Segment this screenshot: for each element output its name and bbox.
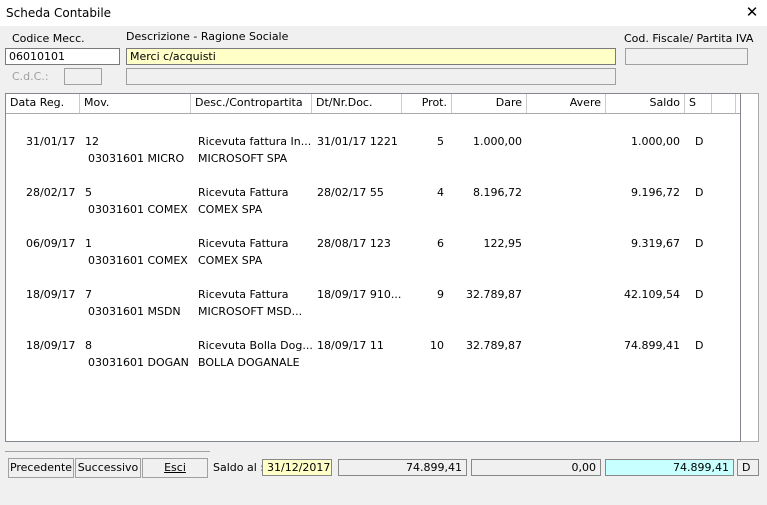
esci-button[interactable]: Esci xyxy=(142,458,208,478)
vertical-scrollbar[interactable] xyxy=(741,93,759,442)
cell-data-reg: 18/09/17 xyxy=(26,339,76,352)
cell-desc: Ricevuta Fattura xyxy=(198,186,289,199)
table-header: Data Reg. Mov. Desc./Contropartita Dt/Nr… xyxy=(6,94,740,114)
cell-dare: 8.196,72 xyxy=(473,186,522,199)
col-data-reg[interactable]: Data Reg. xyxy=(6,94,80,113)
close-icon[interactable]: ✕ xyxy=(743,3,761,21)
codice-mecc-field[interactable]: 06010101 xyxy=(5,48,120,65)
cell-data-reg: 28/02/17 xyxy=(26,186,76,199)
cell-contropartita: BOLLA DOGANALE xyxy=(198,356,300,369)
col-mov[interactable]: Mov. xyxy=(80,94,191,113)
cell-segno: D xyxy=(695,237,704,250)
cell-doc: 28/02/17 55 xyxy=(317,186,384,199)
cdc-code-field[interactable] xyxy=(64,68,102,85)
cell-doc: 18/09/17 11 xyxy=(317,339,384,352)
cell-data-reg: 06/09/17 xyxy=(26,237,76,250)
movements-table[interactable]: Data Reg. Mov. Desc./Contropartita Dt/Nr… xyxy=(5,93,741,442)
cell-desc: Ricevuta Fattura xyxy=(198,237,289,250)
cell-prot: 10 xyxy=(430,339,444,352)
descrizione-label: Descrizione - Ragione Sociale xyxy=(126,30,289,43)
cell-dare: 122,95 xyxy=(483,237,523,250)
cell-mov-account: 03031601 MSDN xyxy=(88,305,181,318)
saldo-al-label: Saldo al : xyxy=(213,461,264,474)
cell-contropartita: MICROSOFT MSD... xyxy=(198,305,303,318)
cell-segno: D xyxy=(695,288,704,301)
cell-contropartita: COMEX SPA xyxy=(198,254,263,267)
cell-mov: 1 xyxy=(85,237,92,250)
cell-doc: 28/08/17 123 xyxy=(317,237,391,250)
cell-saldo: 1.000,00 xyxy=(631,135,680,148)
cell-prot: 6 xyxy=(437,237,444,250)
col-saldo[interactable]: Saldo xyxy=(606,94,685,113)
cell-desc: Ricevuta Bolla Dog... xyxy=(198,339,313,352)
cell-mov-account: 03031601 MICRO xyxy=(88,152,185,165)
table-row[interactable]: 18/09/17 7 03031601 MSDN Ricevuta Fattura MI… xyxy=(6,288,740,324)
cod-fiscale-field[interactable] xyxy=(625,48,748,65)
cell-desc: Ricevuta fattura In... xyxy=(198,135,312,148)
cell-saldo: 42.109,54 xyxy=(624,288,680,301)
saldo-date-field[interactable]: 31/12/2017 xyxy=(262,459,332,476)
cell-desc: Ricevuta Fattura xyxy=(198,288,289,301)
table-row[interactable]: 18/09/17 8 03031601 DOGAN Ricevuta Bolla Do… xyxy=(6,339,740,375)
cell-dare: 1.000,00 xyxy=(473,135,522,148)
total-dare: 74.899,41 xyxy=(338,459,467,476)
cell-dare: 32.789,87 xyxy=(466,288,522,301)
window-title: Scheda Contabile xyxy=(6,6,112,20)
cdc-desc-field[interactable] xyxy=(126,68,616,85)
cell-mov: 12 xyxy=(85,135,99,148)
cell-contropartita: COMEX SPA xyxy=(198,203,263,216)
cell-segno: D xyxy=(695,186,704,199)
col-avere[interactable]: Avere xyxy=(527,94,606,113)
title-bar xyxy=(0,0,767,26)
cell-mov-account: 03031601 COMEX xyxy=(88,203,188,216)
col-extra xyxy=(712,94,736,113)
table-row[interactable]: 06/09/17 1 03031601 COMEX Ricevuta Fattura C… xyxy=(6,237,740,273)
col-desc[interactable]: Desc./Contropartita xyxy=(191,94,312,113)
cell-mov: 7 xyxy=(85,288,92,301)
cdc-label: C.d.C.: xyxy=(12,70,49,83)
cell-prot: 4 xyxy=(437,186,444,199)
cell-mov-account: 03031601 COMEX xyxy=(88,254,188,267)
successivo-button[interactable]: Successivo xyxy=(75,458,141,478)
precedente-button[interactable]: Precedente xyxy=(8,458,74,478)
col-prot[interactable]: Prot. xyxy=(402,94,452,113)
cell-contropartita: MICROSOFT SPA xyxy=(198,152,288,165)
cell-doc: 31/01/17 1221 xyxy=(317,135,398,148)
total-segno: D xyxy=(737,459,759,476)
cell-mov: 8 xyxy=(85,339,92,352)
cell-segno: D xyxy=(695,135,704,148)
cell-data-reg: 31/01/17 xyxy=(26,135,76,148)
col-dare[interactable]: Dare xyxy=(452,94,527,113)
cell-mov: 5 xyxy=(85,186,92,199)
table-row[interactable]: 28/02/17 5 03031601 COMEX Ricevuta Fattura C… xyxy=(6,186,740,222)
col-s[interactable]: S xyxy=(685,94,712,113)
cod-fiscale-label: Cod. Fiscale/ Partita IVA xyxy=(624,32,754,45)
col-doc[interactable]: Dt/Nr.Doc. xyxy=(312,94,402,113)
descrizione-field[interactable]: Merci c/acquisti xyxy=(126,48,616,65)
cell-saldo: 9.196,72 xyxy=(631,186,680,199)
total-avere: 0,00 xyxy=(471,459,601,476)
codice-mecc-label: Codice Mecc. xyxy=(12,32,85,45)
cell-prot: 5 xyxy=(437,135,444,148)
cell-dare: 32.789,87 xyxy=(466,339,522,352)
cell-saldo: 9.319,67 xyxy=(631,237,680,250)
cell-mov-account: 03031601 DOGAN xyxy=(88,356,189,369)
cell-segno: D xyxy=(695,339,704,352)
cell-data-reg: 18/09/17 xyxy=(26,288,76,301)
cell-prot: 9 xyxy=(437,288,444,301)
cell-saldo: 74.899,41 xyxy=(624,339,680,352)
total-saldo: 74.899,41 xyxy=(605,459,734,476)
cell-doc: 18/09/17 910... xyxy=(317,288,402,301)
table-row[interactable]: 31/01/17 12 03031601 MICRO Ricevuta fattura… xyxy=(6,135,740,171)
